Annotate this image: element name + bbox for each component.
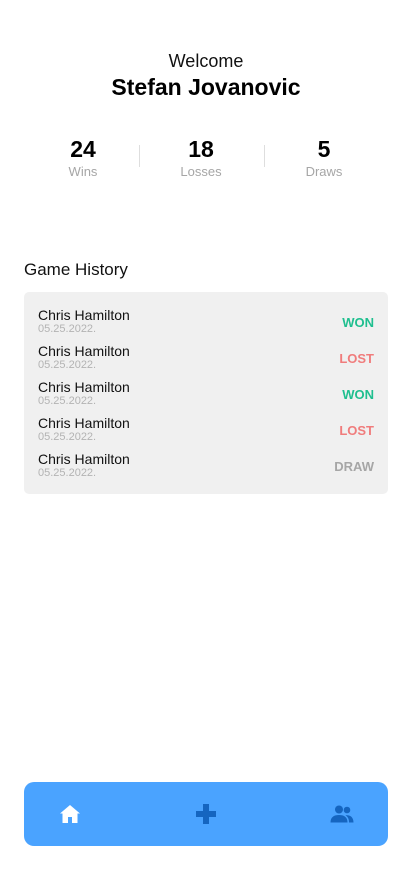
game-history-list: Chris Hamilton 05.25.2022. WON Chris Ham… bbox=[24, 292, 388, 494]
game-history-row[interactable]: Chris Hamilton 05.25.2022. WON bbox=[24, 379, 388, 415]
draws-count: 5 bbox=[317, 136, 331, 162]
game-history-row[interactable]: Chris Hamilton 05.25.2022. LOST bbox=[24, 343, 388, 379]
stats-summary: 24 Wins 18 Losses 5 Draws bbox=[24, 135, 388, 185]
stat-draws: 5 Draws bbox=[274, 135, 374, 180]
home-icon bbox=[60, 805, 80, 823]
losses-label: Losses bbox=[180, 164, 222, 179]
wins-count: 24 bbox=[70, 136, 96, 162]
stats-divider bbox=[139, 145, 140, 167]
stat-wins: 24 Wins bbox=[33, 135, 133, 180]
losses-count: 18 bbox=[188, 136, 214, 162]
opponent-name: Chris Hamilton bbox=[38, 415, 130, 431]
game-date: 05.25.2022. bbox=[38, 359, 97, 371]
game-result: LOST bbox=[339, 351, 374, 366]
welcome-label: Welcome bbox=[168, 51, 244, 71]
welcome-header: Welcome Stefan Jovanovic bbox=[0, 50, 412, 101]
game-result: LOST bbox=[339, 423, 374, 438]
opponent-name: Chris Hamilton bbox=[38, 343, 130, 359]
game-result: WON bbox=[342, 315, 374, 330]
wins-label: Wins bbox=[68, 164, 98, 179]
game-result: DRAW bbox=[334, 459, 374, 474]
game-history-row[interactable]: Chris Hamilton 05.25.2022. LOST bbox=[24, 415, 388, 451]
user-name: Stefan Jovanovic bbox=[111, 74, 301, 100]
tab-friends[interactable] bbox=[328, 800, 356, 828]
game-history-row[interactable]: Chris Hamilton 05.25.2022. DRAW bbox=[24, 451, 388, 487]
friends-icon bbox=[330, 805, 354, 823]
stats-divider bbox=[264, 145, 265, 167]
tab-home[interactable] bbox=[56, 800, 84, 828]
game-history-row[interactable]: Chris Hamilton 05.25.2022. WON bbox=[24, 307, 388, 343]
opponent-name: Chris Hamilton bbox=[38, 307, 130, 323]
opponent-name: Chris Hamilton bbox=[38, 379, 130, 395]
game-date: 05.25.2022. bbox=[38, 323, 97, 335]
bottom-tab-bar bbox=[24, 782, 388, 846]
opponent-name: Chris Hamilton bbox=[38, 451, 130, 467]
tab-games[interactable] bbox=[192, 800, 220, 828]
gamepad-icon bbox=[196, 804, 216, 824]
game-history-title: Game History bbox=[24, 260, 128, 279]
draws-label: Draws bbox=[305, 164, 343, 179]
stat-losses: 18 Losses bbox=[151, 135, 251, 180]
game-result: WON bbox=[342, 387, 374, 402]
game-date: 05.25.2022. bbox=[38, 395, 97, 407]
game-date: 05.25.2022. bbox=[38, 431, 97, 443]
game-date: 05.25.2022. bbox=[38, 467, 97, 479]
